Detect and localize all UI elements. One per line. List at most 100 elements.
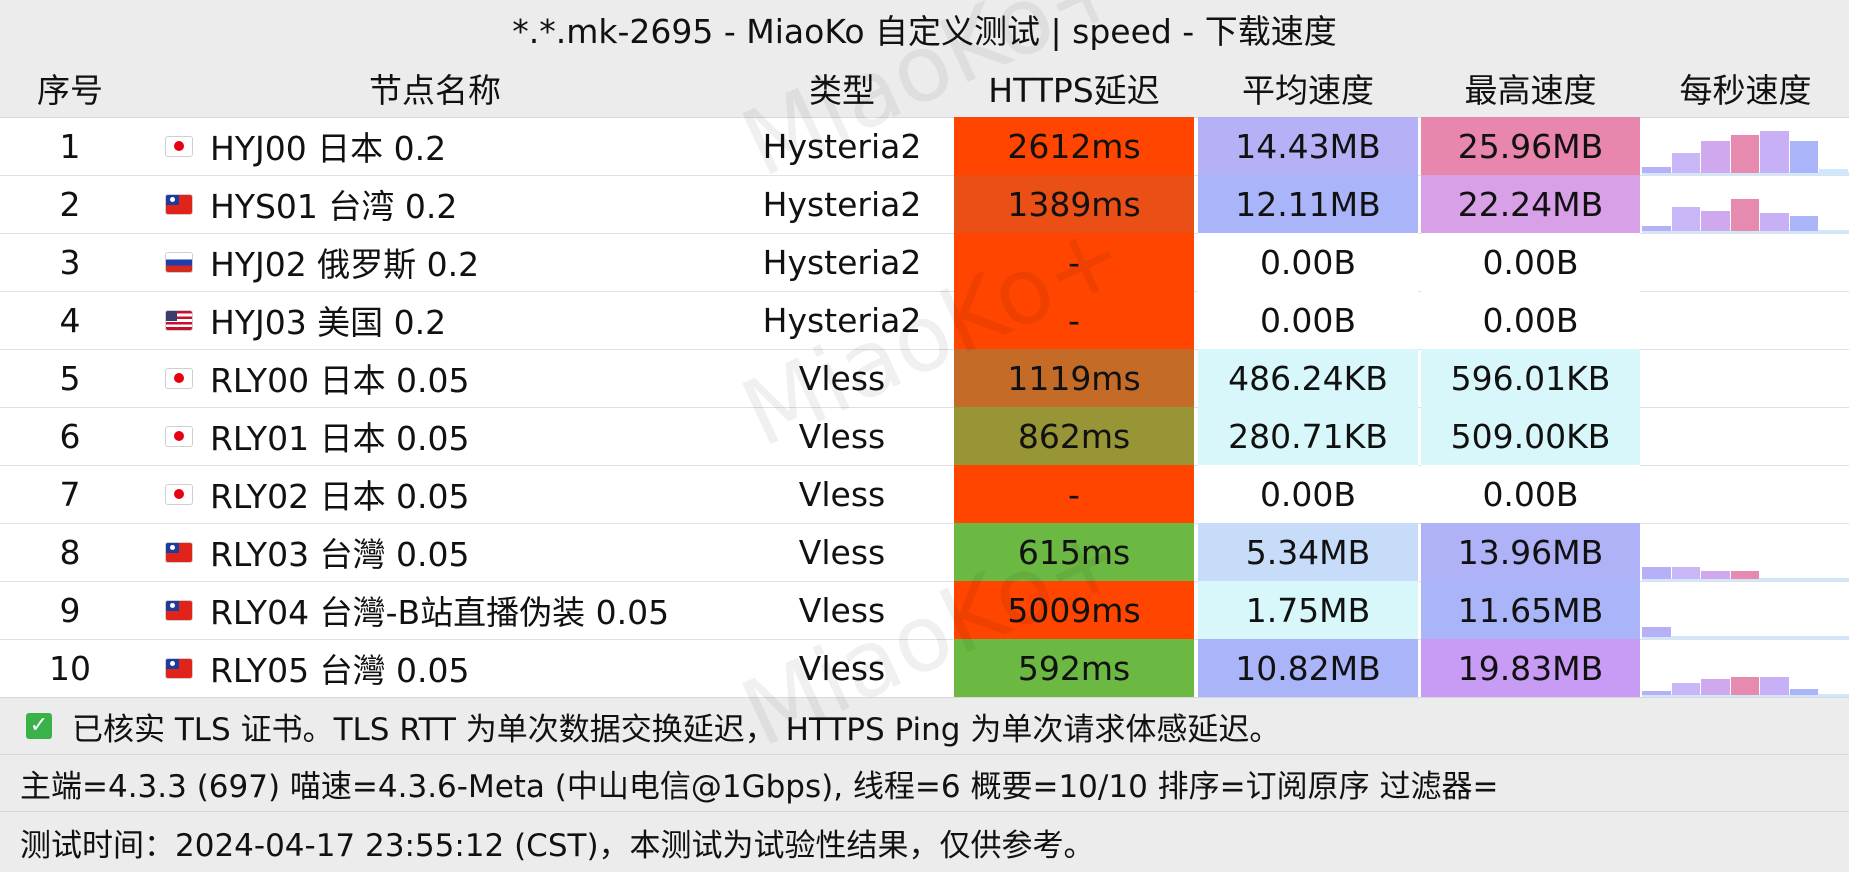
checkbox-checked-icon: ✓ <box>26 713 52 739</box>
node-name-cell: RLY00 日本 0.05 <box>140 349 730 407</box>
sparkline-bars <box>1642 581 1849 639</box>
tw-flag-icon <box>166 600 192 620</box>
row-index: 1 <box>59 126 81 166</box>
speed-sparkline <box>1642 291 1849 349</box>
latency-cell: - <box>954 233 1194 291</box>
jp-flag-icon <box>166 484 192 504</box>
latency-cell: 862ms <box>954 407 1194 465</box>
column-header-avg-speed: 平均速度 <box>1242 70 1374 110</box>
max-speed-cell: 0.00B <box>1421 465 1640 523</box>
node-type: Hysteria2 <box>762 300 922 340</box>
speed-sparkline <box>1642 175 1849 233</box>
column-header-type: 类型 <box>809 70 875 110</box>
sparkline-bar <box>1819 169 1848 173</box>
max-speed-cell: 22.24MB <box>1421 175 1640 233</box>
sparkline-bar <box>1789 216 1819 231</box>
test-info: 主端=4.3.3 (697) 喵速=4.3.6-Meta (中山电信@1Gbps… <box>0 754 1849 811</box>
node-name-cell: RLY05 台灣 0.05 <box>140 639 730 697</box>
sparkline-bar <box>1730 571 1760 579</box>
sparkline-bar <box>1730 199 1760 231</box>
sparkline-bar <box>1671 153 1701 173</box>
table-row: 1 HYJ00 日本 0.2 Hysteria2 2612ms 14.43MB … <box>0 117 1849 176</box>
node-name-cell: HYJ03 美国 0.2 <box>140 291 730 349</box>
node-name: RLY02 日本 0.05 <box>210 477 470 516</box>
tls-note-text: 已核实 TLS 证书。TLS RTT 为单次数据交换延迟， HTTPS Ping… <box>72 711 1281 748</box>
avg-speed-cell: 12.11MB <box>1198 175 1418 233</box>
speed-sparkline <box>1642 581 1849 639</box>
table-row: 9 RLY04 台灣-B站直播伪装 0.05 Vless 5009ms 1.75… <box>0 581 1849 640</box>
jp-flag-icon <box>166 136 192 156</box>
sparkline-bar <box>1642 627 1671 637</box>
test-time: 测试时间：2024-04-17 23:55:12 (CST)，本测试为试验性结果… <box>0 811 1849 872</box>
table-row: 6 RLY01 日本 0.05 Vless 862ms 280.71KB 509… <box>0 407 1849 466</box>
report-title-text: *.*.mk-2695 - MiaoKo 自定义测试 | speed - 下载速… <box>512 12 1337 51</box>
ru-flag-icon <box>166 252 192 272</box>
latency-cell: 5009ms <box>954 581 1194 639</box>
tw-flag-icon <box>166 194 192 214</box>
node-name: RLY05 台灣 0.05 <box>210 651 470 690</box>
node-name-cell: RLY04 台灣-B站直播伪装 0.05 <box>140 581 730 639</box>
sparkline-bar <box>1760 213 1789 231</box>
node-type: Vless <box>798 474 886 514</box>
sparkline-bar <box>1642 567 1671 579</box>
speed-sparkline <box>1642 349 1849 407</box>
max-speed-cell: 13.96MB <box>1421 523 1640 581</box>
test-time-text: 测试时间：2024-04-17 23:55:12 (CST)，本测试为试验性结果… <box>20 827 1095 864</box>
row-index: 4 <box>59 300 81 340</box>
node-name: HYJ00 日本 0.2 <box>210 129 447 168</box>
tw-flag-icon <box>166 658 192 678</box>
row-index: 5 <box>59 358 81 398</box>
table-row: 3 HYJ02 俄罗斯 0.2 Hysteria2 - 0.00B 0.00B <box>0 233 1849 292</box>
node-name: HYJ03 美国 0.2 <box>210 303 447 342</box>
report-title: *.*.mk-2695 - MiaoKo 自定义测试 | speed - 下载速… <box>0 0 1849 59</box>
max-speed-cell: 0.00B <box>1421 291 1640 349</box>
max-speed-cell: 596.01KB <box>1421 349 1640 407</box>
table-row: 7 RLY02 日本 0.05 Vless - 0.00B 0.00B <box>0 465 1849 524</box>
node-name: HYJ02 俄罗斯 0.2 <box>210 245 480 284</box>
node-name-cell: HYS01 台湾 0.2 <box>140 175 730 233</box>
jp-flag-icon <box>166 368 192 388</box>
table-header: 序号 节点名称 类型 HTTPS延迟 平均速度 最高速度 每秒速度 <box>0 58 1849 118</box>
latency-cell: 592ms <box>954 639 1194 697</box>
us-flag-icon <box>166 310 192 330</box>
table-row: 10 RLY05 台灣 0.05 Vless 592ms 10.82MB 19.… <box>0 639 1849 698</box>
sparkline-bar <box>1701 571 1730 579</box>
sparkline-bar <box>1730 677 1760 695</box>
table-row: 2 HYS01 台湾 0.2 Hysteria2 1389ms 12.11MB … <box>0 175 1849 234</box>
node-type: Hysteria2 <box>762 126 922 166</box>
test-info-text: 主端=4.3.3 (697) 喵速=4.3.6-Meta (中山电信@1Gbps… <box>20 768 1499 805</box>
row-index: 9 <box>59 590 81 630</box>
sparkline-bar <box>1701 141 1730 173</box>
sparkline-bar <box>1642 691 1671 695</box>
sparkline-bar <box>1642 167 1671 173</box>
avg-speed-cell: 280.71KB <box>1198 407 1418 465</box>
node-type: Vless <box>798 416 886 456</box>
row-index: 10 <box>49 648 91 688</box>
sparkline-bar <box>1671 567 1701 579</box>
column-header-max-speed: 最高速度 <box>1464 70 1597 110</box>
node-type: Vless <box>798 532 886 572</box>
sparkline-bar <box>1760 131 1789 173</box>
latency-cell: 1119ms <box>954 349 1194 407</box>
node-name: RLY00 日本 0.05 <box>210 361 470 400</box>
avg-speed-cell: 14.43MB <box>1198 117 1418 175</box>
node-name-cell: RLY02 日本 0.05 <box>140 465 730 523</box>
avg-speed-cell: 0.00B <box>1198 291 1418 349</box>
max-speed-cell: 25.96MB <box>1421 117 1640 175</box>
speed-sparkline <box>1642 407 1849 465</box>
speed-sparkline <box>1642 639 1849 697</box>
latency-cell: 615ms <box>954 523 1194 581</box>
avg-speed-cell: 5.34MB <box>1198 523 1418 581</box>
row-index: 7 <box>59 474 81 514</box>
avg-speed-cell: 1.75MB <box>1198 581 1418 639</box>
node-type: Hysteria2 <box>762 184 922 224</box>
max-speed-cell: 11.65MB <box>1421 581 1640 639</box>
sparkline-bar <box>1642 226 1671 231</box>
sparkline-bar <box>1671 683 1701 695</box>
table-row: 8 RLY03 台灣 0.05 Vless 615ms 5.34MB 13.96… <box>0 523 1849 582</box>
column-header-index: 序号 <box>37 70 103 110</box>
node-name-cell: HYJ00 日本 0.2 <box>140 117 730 175</box>
node-name-cell: HYJ02 俄罗斯 0.2 <box>140 233 730 291</box>
sparkline-bar <box>1701 211 1730 231</box>
row-index: 2 <box>59 184 81 224</box>
